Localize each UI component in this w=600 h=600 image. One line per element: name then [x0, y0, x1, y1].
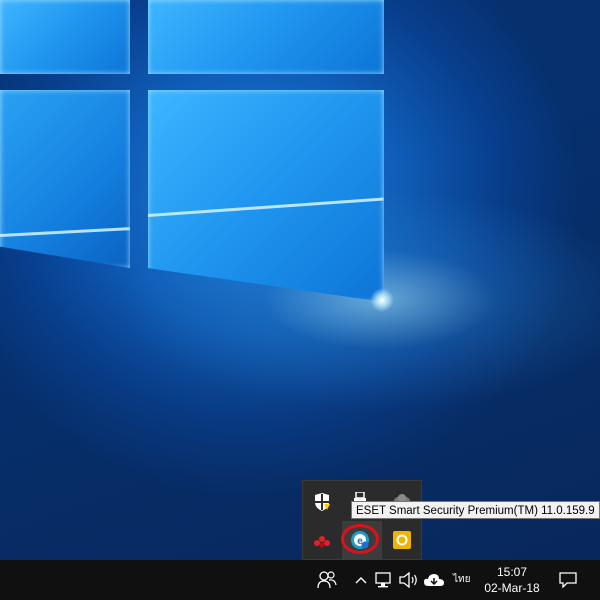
- clock-date: 02-Mar-18: [484, 581, 540, 595]
- volume-icon[interactable]: [398, 560, 420, 600]
- onedrive-icon[interactable]: [423, 560, 445, 600]
- people-icon[interactable]: [312, 560, 342, 600]
- eset-tooltip: ESET Smart Security Premium(TM) 11.0.159…: [351, 501, 600, 519]
- logo-pane-bottom-left: [0, 90, 130, 268]
- outlook-icon[interactable]: [390, 528, 414, 552]
- chevron-up-icon[interactable]: [352, 560, 370, 600]
- network-icon[interactable]: [373, 560, 393, 600]
- logo-pane-bottom-right: [148, 90, 384, 302]
- logo-light-flare: [370, 288, 394, 312]
- clock-time: 15:07: [496, 565, 528, 579]
- red-app-icon[interactable]: [310, 530, 334, 554]
- eset-highlight-circle: [341, 524, 379, 554]
- taskbar: 15:07 02-Mar-18: [0, 560, 600, 600]
- desktop-wallpaper: [0, 0, 600, 560]
- input-language-indicator[interactable]: ไทย: [453, 572, 470, 587]
- windows-defender-warning-icon[interactable]: [310, 490, 334, 514]
- taskbar-clock[interactable]: 15:07 02-Mar-18: [478, 560, 546, 600]
- action-center-icon[interactable]: [556, 560, 580, 600]
- logo-pane-top-left: [0, 0, 130, 74]
- logo-pane-top-right: [148, 0, 384, 74]
